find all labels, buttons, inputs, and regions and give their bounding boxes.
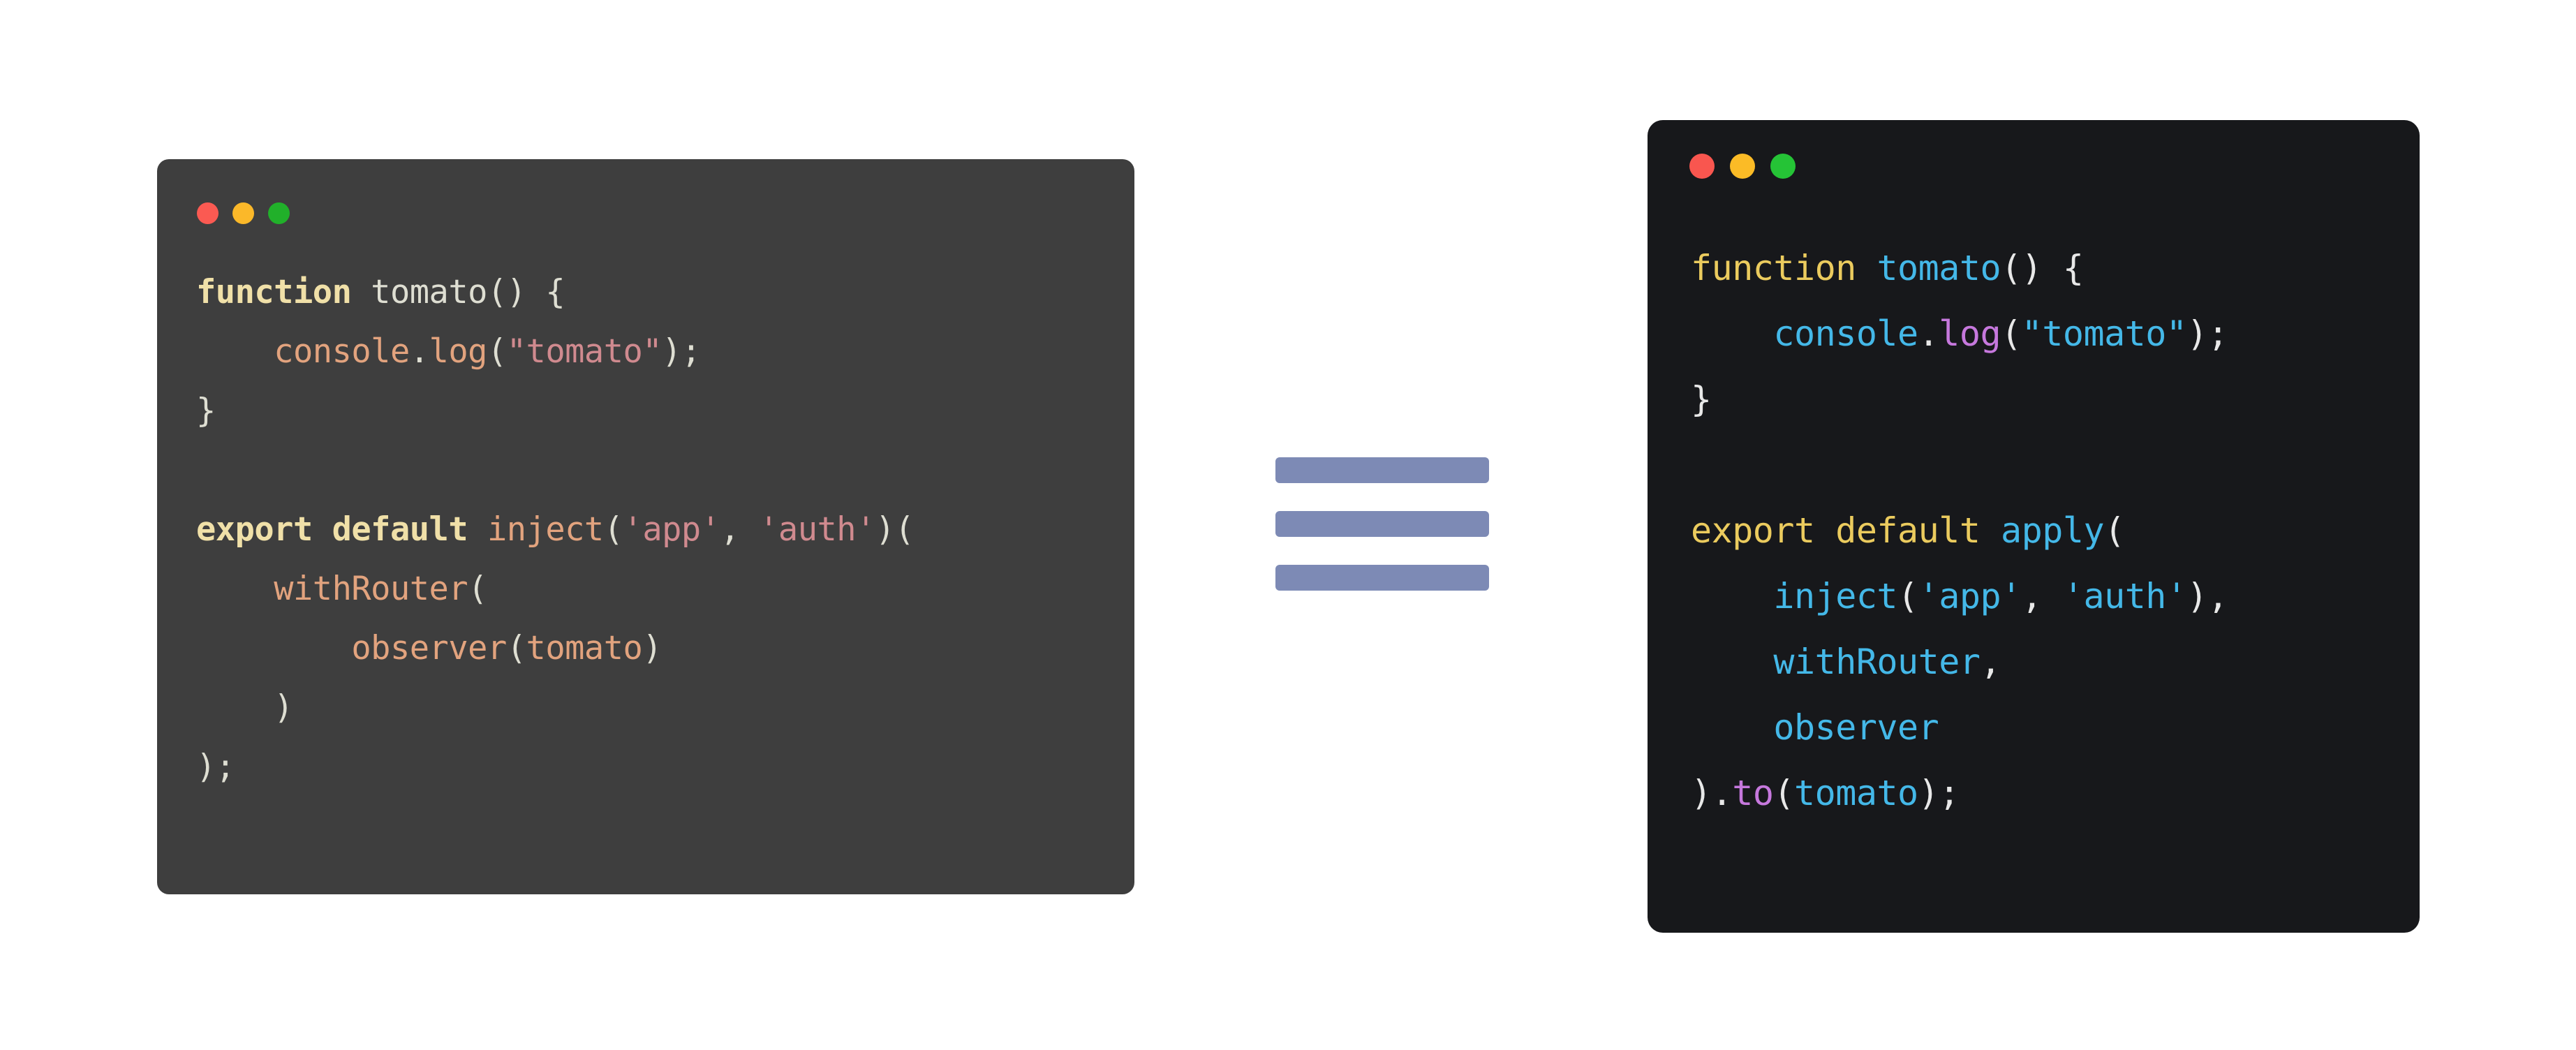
- code-token-plain: tomato: [371, 273, 487, 311]
- code-token-punct: (: [603, 510, 623, 549]
- code-block-before: function tomato() { console.log("tomato"…: [196, 262, 915, 797]
- equivalence-bar-bottom: [1275, 565, 1489, 591]
- code-token-punct: ): [196, 688, 293, 727]
- maximize-dot[interactable]: [1770, 154, 1796, 179]
- code-token-func: inject: [487, 510, 604, 549]
- code-token-func: console: [1773, 313, 1918, 354]
- code-token-func: apply: [2001, 510, 2105, 551]
- code-token-keyword: function: [1691, 248, 1856, 288]
- code-line: export default apply(: [1691, 498, 2228, 563]
- code-token-method: log: [1939, 313, 2001, 354]
- code-token-punct: );: [2186, 313, 2229, 354]
- code-line: ).to(tomato);: [1691, 760, 2228, 826]
- code-token-func: console: [274, 332, 410, 371]
- code-token-string: 'app': [623, 510, 720, 549]
- code-token-keyword: export default: [1691, 510, 1981, 551]
- code-token-keyword: export default: [196, 510, 468, 549]
- code-token-func: tomato: [526, 629, 643, 667]
- code-token-func: tomato: [1877, 248, 2001, 288]
- code-token-string: "tomato": [2021, 313, 2187, 354]
- code-block-after: function tomato() { console.log("tomato"…: [1691, 235, 2228, 826]
- code-token-punct: (: [2001, 313, 2022, 354]
- code-token-punct: .: [409, 332, 429, 371]
- code-token-string: 'app': [1918, 576, 2022, 616]
- code-token-punct: (: [1897, 576, 1918, 616]
- code-token-keyword: function: [196, 273, 352, 311]
- code-token-punct: (: [506, 629, 526, 667]
- code-token-punct: }: [1691, 379, 1712, 420]
- window-traffic-lights: [1689, 154, 1796, 179]
- code-token-punct: (: [468, 570, 487, 608]
- code-token-string: 'auth': [2062, 576, 2187, 616]
- code-line: }: [196, 381, 914, 441]
- code-token-punct: (: [1773, 773, 1795, 813]
- code-token-punct: () {: [487, 273, 565, 311]
- code-line: }: [1691, 367, 2228, 432]
- code-line: observer(tomato): [196, 619, 914, 678]
- code-token-punct: ,: [720, 510, 760, 549]
- code-token-func: log: [429, 332, 488, 371]
- code-line: function tomato() {: [1691, 235, 2228, 301]
- code-line: withRouter(: [196, 559, 914, 619]
- code-token-func: observer: [1773, 707, 1939, 748]
- minimize-dot[interactable]: [1730, 154, 1755, 179]
- code-token-punct: (: [2104, 510, 2125, 551]
- code-token-punct: .: [1918, 313, 1939, 354]
- code-token-punct: );: [196, 748, 235, 786]
- code-token-punct: }: [196, 392, 216, 430]
- code-token-punct: ): [642, 629, 662, 667]
- code-token-func: inject: [1773, 576, 1898, 616]
- code-token-punct: () {: [2001, 248, 2084, 288]
- code-token-string: "tomato": [506, 332, 662, 371]
- minimize-dot[interactable]: [232, 202, 254, 224]
- code-line: console.log("tomato");: [1691, 301, 2228, 367]
- code-line: withRouter,: [1691, 629, 2228, 695]
- code-token-func: tomato: [1794, 773, 1918, 813]
- code-token-punct: ,: [1980, 642, 2001, 682]
- code-token-punct: ).: [1691, 773, 1733, 813]
- code-token-func: withRouter: [1773, 642, 1981, 682]
- maximize-dot[interactable]: [268, 202, 290, 224]
- code-token-punct: );: [662, 332, 701, 371]
- after-code-window: function tomato() { console.log("tomato"…: [1648, 120, 2420, 933]
- code-line: export default inject('app', 'auth')(: [196, 500, 915, 559]
- window-traffic-lights: [197, 202, 290, 224]
- code-token-string: 'auth': [759, 510, 875, 549]
- before-code-window: function tomato() { console.log("tomato"…: [157, 159, 1134, 894]
- code-token-func: withRouter: [274, 570, 468, 608]
- equivalence-bar-top: [1275, 457, 1489, 483]
- code-token-punct: )(: [875, 510, 915, 549]
- equivalence-symbol: [1275, 457, 1489, 591]
- code-token-punct: );: [1918, 773, 1960, 813]
- code-token-punct: ),: [2186, 576, 2229, 616]
- code-line: observer: [1691, 695, 2228, 760]
- code-token-func: observer: [351, 629, 507, 667]
- code-line: inject('app', 'auth'),: [1691, 563, 2228, 629]
- equivalence-bar-middle: [1275, 511, 1489, 537]
- code-line: console.log("tomato");: [196, 322, 914, 381]
- close-dot[interactable]: [197, 202, 219, 224]
- code-token-method: to: [1732, 773, 1774, 813]
- code-line: );: [196, 737, 914, 797]
- close-dot[interactable]: [1689, 154, 1715, 179]
- code-line: function tomato() {: [196, 262, 914, 322]
- code-token-punct: (: [487, 332, 507, 371]
- code-token-punct: ,: [2021, 576, 2063, 616]
- code-line: ): [196, 678, 914, 737]
